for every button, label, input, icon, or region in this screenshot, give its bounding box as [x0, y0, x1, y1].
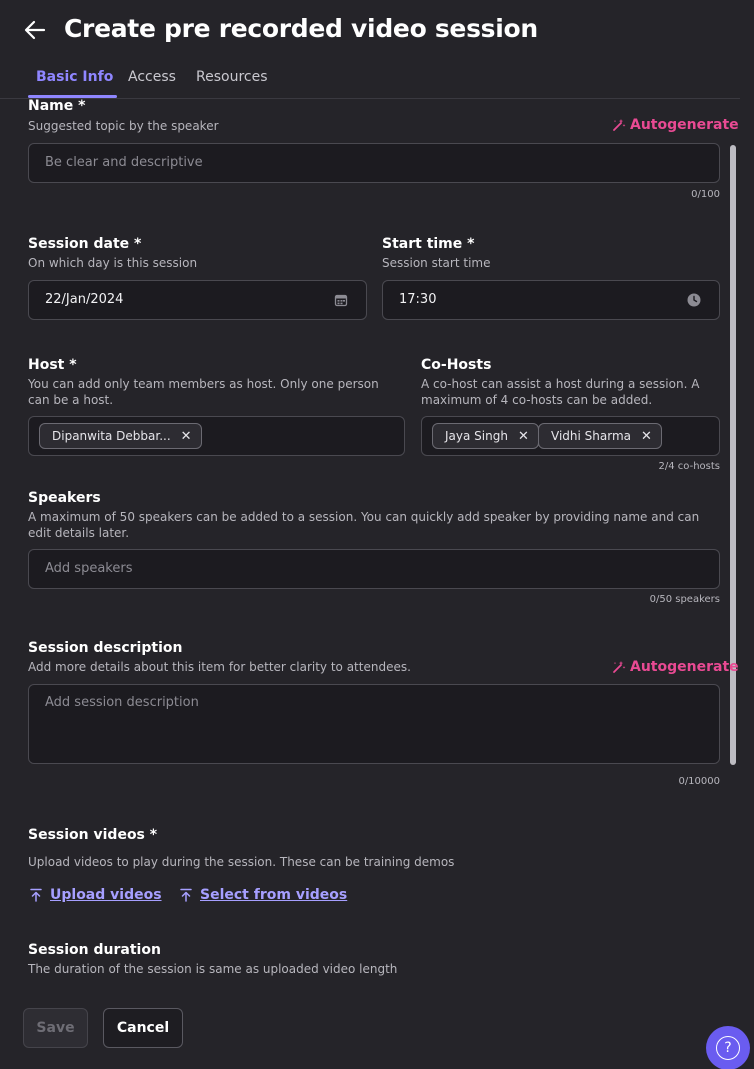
remove-host-icon[interactable]: ✕ — [181, 429, 192, 444]
speakers-counter: 0/50 speakers — [649, 594, 720, 605]
name-label: Name * — [28, 98, 86, 114]
co-host-chip: Vidhi Sharma ✕ — [538, 423, 662, 449]
host-help: You can add only team members as host. O… — [28, 377, 379, 407]
tab-resources[interactable]: Resources — [196, 69, 268, 85]
session-date-label: Session date * — [28, 236, 142, 252]
co-hosts-input[interactable]: Jaya Singh ✕ Vidhi Sharma ✕ — [421, 416, 720, 456]
description-autogenerate-label: Autogenerate — [630, 659, 739, 675]
select-from-videos-label: Select from videos — [200, 887, 348, 903]
name-placeholder: Be clear and descriptive — [45, 155, 203, 170]
remove-co-host-icon[interactable]: ✕ — [641, 429, 652, 444]
name-autogenerate-button[interactable]: Autogenerate — [612, 117, 739, 133]
host-chip: Dipanwita Debbar... ✕ — [39, 423, 202, 449]
co-hosts-counter: 2/4 co-hosts — [658, 461, 720, 472]
start-time-help: Session start time — [382, 256, 491, 270]
save-button[interactable]: Save — [23, 1008, 88, 1048]
description-autogenerate-button[interactable]: Autogenerate — [612, 659, 739, 675]
co-hosts-label: Co-Hosts — [421, 357, 492, 373]
back-button[interactable] — [22, 18, 48, 42]
co-host-chip-label: Vidhi Sharma — [551, 429, 631, 443]
videos-label: Session videos * — [28, 827, 158, 843]
page-header: Create pre recorded video session — [0, 0, 754, 62]
duration-help: The duration of the session is same as u… — [28, 962, 398, 976]
session-date-input[interactable]: 22/Jan/2024 — [28, 280, 367, 320]
start-time-input[interactable]: 17:30 — [382, 280, 720, 320]
calendar-icon[interactable] — [334, 293, 348, 307]
host-input[interactable]: Dipanwita Debbar... ✕ — [28, 416, 405, 456]
session-date-value: 22/Jan/2024 — [45, 292, 124, 307]
co-hosts-help: A co-host can assist a host during a ses… — [421, 377, 700, 407]
remove-co-host-icon[interactable]: ✕ — [518, 429, 529, 444]
name-input[interactable]: Be clear and descriptive — [28, 143, 720, 183]
session-date-help: On which day is this session — [28, 256, 198, 270]
speakers-placeholder: Add speakers — [45, 561, 133, 576]
host-chip-label: Dipanwita Debbar... — [52, 429, 171, 443]
description-counter: 0/10000 — [678, 776, 720, 787]
clock-icon[interactable] — [687, 293, 701, 307]
magic-wand-icon — [613, 661, 626, 673]
tab-basic-info[interactable]: Basic Info — [36, 69, 113, 85]
tab-bar: Basic Info Access Resources — [0, 62, 740, 99]
upload-videos-label: Upload videos — [50, 887, 162, 903]
arrow-left-icon — [24, 20, 46, 40]
question-mark-icon: ? — [716, 1036, 740, 1060]
name-help: Suggested topic by the speaker — [28, 119, 219, 133]
speakers-label: Speakers — [28, 490, 101, 506]
description-placeholder: Add session description — [45, 695, 199, 710]
host-label: Host * — [28, 357, 77, 373]
description-help: Add more details about this item for bet… — [28, 660, 411, 674]
name-counter: 0/100 — [691, 189, 720, 200]
co-host-chip-label: Jaya Singh — [445, 429, 508, 443]
cancel-button[interactable]: Cancel — [103, 1008, 183, 1048]
upload-videos-link[interactable]: Upload videos — [30, 887, 162, 903]
start-time-value: 17:30 — [399, 292, 437, 307]
tab-access[interactable]: Access — [128, 69, 176, 85]
start-time-label: Start time * — [382, 236, 475, 252]
name-autogenerate-label: Autogenerate — [630, 117, 739, 133]
magic-wand-icon — [613, 119, 626, 131]
page-title: Create pre recorded video session — [64, 14, 538, 43]
speakers-help: A maximum of 50 speakers can be added to… — [28, 510, 700, 540]
co-host-chip: Jaya Singh ✕ — [432, 423, 539, 449]
description-label: Session description — [28, 640, 183, 656]
speakers-input[interactable]: Add speakers — [28, 549, 720, 589]
select-from-videos-link[interactable]: Select from videos — [180, 887, 347, 903]
help-button[interactable]: ? — [706, 1026, 750, 1069]
videos-help: Upload videos to play during the session… — [28, 855, 455, 869]
description-textarea[interactable]: Add session description — [28, 684, 720, 764]
upload-icon — [30, 888, 42, 902]
upload-icon — [180, 888, 192, 902]
duration-label: Session duration — [28, 942, 161, 958]
